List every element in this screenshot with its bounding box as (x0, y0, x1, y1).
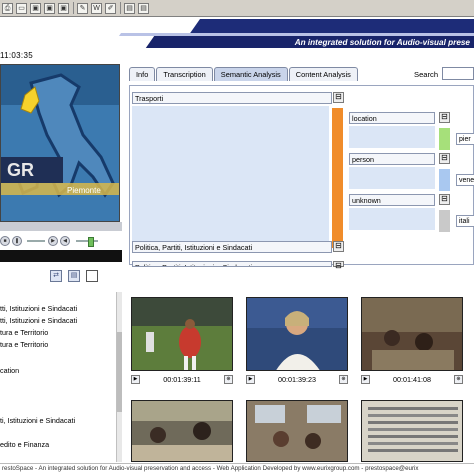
list-item[interactable]: tti, Istituzioni e Sindacati (0, 316, 77, 325)
entity-location[interactable]: location (349, 112, 435, 124)
image-icon[interactable]: ▣ (44, 2, 55, 14)
collapse-icon[interactable]: ⊟ (439, 153, 450, 164)
sync-icon[interactable]: ⇄ (50, 270, 62, 282)
video-frame: GR Piemonte (1, 65, 119, 221)
search-label: Search (414, 70, 439, 79)
search-input[interactable] (442, 67, 474, 80)
keyframe-controls: ▶ 00:01:41:08 ⊕ (361, 374, 463, 384)
toolbar-separator (120, 2, 121, 14)
tab-semantic-analysis[interactable]: Semantic Analysis (213, 67, 288, 81)
player-controls: ■ ❚ ▶ ◀ (0, 232, 122, 249)
volume-slider[interactable] (76, 236, 98, 247)
entity-content (349, 208, 435, 230)
segment-list: tti, Istituzioni e Sindacati tti, Istitu… (0, 296, 122, 464)
scrollbar-thumb[interactable] (117, 332, 122, 412)
entity-content (349, 126, 435, 148)
keyframe-time: 00:01:41:08 (393, 374, 431, 384)
collapse-icon[interactable]: ⊟ (333, 241, 344, 252)
list-item[interactable]: edito e Finanza (0, 440, 49, 449)
entity-content (349, 167, 435, 189)
seek-track[interactable] (27, 239, 45, 242)
category-politica[interactable]: Politica, Partiti, Istituzioni e Sindaca… (132, 241, 332, 253)
entity-value[interactable]: pier (456, 133, 474, 145)
video-player[interactable]: GR Piemonte (0, 64, 120, 222)
entity-unknown[interactable]: unknown (349, 194, 435, 206)
save-icon[interactable]: ▤ (68, 270, 80, 282)
zoom-icon[interactable]: ⊕ (453, 374, 463, 384)
entity-color-swatch (439, 128, 450, 150)
play-icon[interactable]: ▶ (361, 374, 370, 384)
header-banner: An integrated solution for Audio-visual … (0, 17, 474, 52)
entity-color-swatch (439, 169, 450, 191)
print-icon[interactable]: ⎙ (2, 2, 13, 14)
list-item[interactable]: cation (0, 366, 19, 375)
category-politica[interactable]: Politica, Partiti, Istituzioni e Sindaca… (132, 261, 332, 267)
keyframe-time: 00:01:39:11 (163, 374, 201, 384)
fast-forward-icon[interactable]: ▶ (48, 235, 58, 246)
stop-icon[interactable]: ■ (0, 235, 10, 246)
keyframe-image[interactable] (246, 297, 348, 371)
category-trasporti[interactable]: Trasporti (132, 92, 332, 104)
edit-icon[interactable]: ✐ (105, 2, 116, 14)
entity-value[interactable]: itali (456, 215, 474, 227)
entity-value[interactable]: vene (456, 174, 474, 186)
list-item[interactable]: ti, Istituzioni e Sindacati (0, 416, 75, 425)
banner-stripe (190, 19, 474, 33)
toolbar-separator (73, 2, 74, 14)
keyframe-image[interactable] (361, 297, 463, 371)
collapse-icon[interactable]: ⊟ (439, 112, 450, 123)
document-icon[interactable]: ▤ (138, 2, 149, 14)
keyframe-image[interactable] (246, 400, 348, 462)
entity-color-swatch (439, 210, 450, 232)
tab-transcription[interactable]: Transcription (156, 67, 213, 81)
entity-person[interactable]: person (349, 153, 435, 165)
tab-content-analysis[interactable]: Content Analysis (288, 67, 358, 81)
banner-tagline: An integrated solution for Audio-visual … (294, 38, 470, 47)
folder-icon[interactable]: ▭ (16, 2, 27, 14)
category-color-bar (332, 108, 343, 248)
keyframe-controls: ▶ 00:01:39:23 ⊕ (246, 374, 348, 384)
image-icon[interactable]: ▣ (58, 2, 69, 14)
collapse-icon[interactable]: ⊟ (333, 261, 344, 270)
footer-credits: restoSpace - An integrated solution for … (0, 463, 474, 474)
video-logo-text: GR (7, 160, 34, 180)
semantic-panel: Trasporti ⊟ location ⊟ pier person ⊟ ven… (129, 85, 474, 270)
collapse-icon[interactable]: ⊟ (439, 194, 450, 205)
video-overlay-text: Piemonte (67, 186, 101, 195)
document-icon[interactable]: ▤ (124, 2, 135, 14)
image-icon[interactable]: ▣ (30, 2, 41, 14)
keyframe-image[interactable] (131, 400, 233, 462)
list-scrollbar[interactable] (116, 292, 122, 462)
tab-bar: Info Transcription Semantic Analysis Con… (129, 67, 359, 81)
tab-info[interactable]: Info (129, 67, 156, 81)
list-item[interactable]: tura e Territorio (0, 340, 48, 349)
keyframe-image[interactable] (131, 297, 233, 371)
keyframe-image[interactable] (361, 400, 463, 462)
video-timecode: 11:03:35 (0, 51, 33, 60)
keyframe-time: 00:01:39:23 (278, 374, 316, 384)
keyframe-controls: ▶ 00:01:39:11 ⊕ (131, 374, 233, 384)
collapse-icon[interactable]: ⊟ (333, 92, 344, 103)
volume-icon[interactable]: ◀ (60, 235, 70, 246)
player-progress-bar[interactable] (0, 222, 122, 231)
zoom-icon[interactable]: ⊕ (338, 374, 348, 384)
play-icon[interactable]: ▶ (131, 374, 140, 384)
paint-icon[interactable]: ✎ (77, 2, 88, 14)
checkbox[interactable] (86, 270, 98, 282)
zoom-icon[interactable]: ⊕ (224, 374, 233, 384)
list-tools: ⇄ ▤ (50, 268, 122, 284)
browser-toolbar: ⎙ ▭ ▣ ▣ ▣ ✎ W ✐ ▤ ▤ (0, 0, 474, 17)
word-icon[interactable]: W (91, 2, 102, 14)
list-item[interactable]: tura e Territorio (0, 328, 48, 337)
pause-icon[interactable]: ❚ (12, 235, 22, 246)
play-icon[interactable]: ▶ (246, 374, 255, 384)
player-status-strip (0, 250, 122, 262)
list-item[interactable]: tti, Istituzioni e Sindacati (0, 304, 77, 313)
category-content (132, 106, 329, 248)
